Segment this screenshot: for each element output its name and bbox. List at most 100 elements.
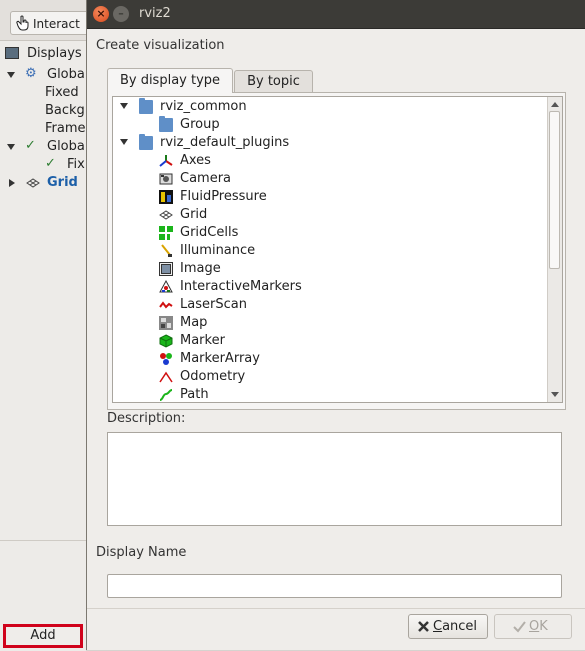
tree-item-row[interactable]: Image <box>113 260 549 278</box>
scrollbar-thumb[interactable] <box>549 111 560 269</box>
add-button-label: Add <box>30 628 56 643</box>
tree-item-row[interactable]: Group <box>113 116 549 134</box>
close-icon[interactable]: × <box>93 6 109 22</box>
expand-arrow-icon[interactable] <box>7 72 15 78</box>
tree-item-label: LaserScan <box>180 297 247 312</box>
displays-panel-header: Displays <box>0 44 86 64</box>
visualization-tabs: By display type By topic rviz_common Gro… <box>107 68 566 410</box>
hand-pointer-icon <box>16 15 29 31</box>
cancel-label: ancel <box>442 619 478 634</box>
create-visualization-label: Create visualization <box>96 38 225 53</box>
illuminance-icon <box>161 244 172 257</box>
tree-item-row[interactable]: Axes <box>113 152 549 170</box>
display-type-list: rviz_common Group rviz_default_plugins A… <box>113 97 549 402</box>
interactive-markers-icon <box>159 280 173 293</box>
description-box <box>107 432 562 526</box>
rviz-main-window: Interact Displays ⚙ Globa Fixed Backg Fr… <box>0 0 90 651</box>
axes-icon <box>159 155 173 167</box>
tab-pane: rviz_common Group rviz_default_plugins A… <box>107 92 566 410</box>
tree-item-label: Map <box>180 315 208 330</box>
ok-button[interactable]: OK <box>494 614 572 639</box>
tree-item-row[interactable]: Map <box>113 314 549 332</box>
tree-item-label: Path <box>180 387 209 402</box>
cancel-icon <box>418 621 429 632</box>
minimize-icon[interactable]: – <box>113 6 129 22</box>
button-separator <box>87 608 585 609</box>
tab-label: By topic <box>247 74 300 89</box>
check-icon[interactable]: ✓ <box>45 156 56 171</box>
tree-item-label: rviz_common <box>160 99 247 114</box>
grid-icon <box>159 210 173 220</box>
tree-item-row[interactable]: Illuminance <box>113 242 549 260</box>
monitor-icon <box>5 47 19 59</box>
expand-arrow-icon[interactable] <box>120 103 128 109</box>
marker-icon <box>159 334 173 348</box>
ok-label: K <box>539 619 548 634</box>
tree-label: Globa <box>47 139 85 154</box>
tree-item-label: Axes <box>180 153 211 168</box>
expand-arrow-icon[interactable] <box>7 144 15 150</box>
cancel-button[interactable]: Cancel <box>408 614 488 639</box>
map-icon <box>159 316 173 330</box>
tab-label: By display type <box>119 73 221 88</box>
tree-label: Backg <box>45 103 85 118</box>
collapse-arrow-icon[interactable] <box>9 179 15 187</box>
tree-label: Grid <box>47 175 78 190</box>
tree-group-row[interactable]: rviz_common <box>113 98 549 116</box>
odometry-icon <box>159 371 173 383</box>
tab-by-display-type[interactable]: By display type <box>107 68 233 93</box>
tree-item-row[interactable]: Grid <box>113 206 549 224</box>
tree-item-row[interactable]: InteractiveMarkers <box>113 278 549 296</box>
path-icon <box>159 389 173 401</box>
interact-tool-button[interactable]: Interact <box>10 11 90 35</box>
tree-item-label: GridCells <box>180 225 239 240</box>
tree-item-label: Camera <box>180 171 232 186</box>
tree-item-label: Image <box>180 261 221 276</box>
laser-scan-icon <box>159 301 173 309</box>
tree-item-row[interactable]: LaserScan <box>113 296 549 314</box>
tab-by-topic[interactable]: By topic <box>234 70 313 92</box>
tree-label: Globa <box>47 67 85 82</box>
scroll-up-arrow-icon[interactable] <box>551 102 559 107</box>
ok-mnemonic: O <box>529 619 540 634</box>
folder-icon <box>159 116 173 132</box>
grid-icon <box>26 178 40 188</box>
tree-item-row[interactable]: Odometry <box>113 368 549 386</box>
folder-icon <box>139 98 153 114</box>
display-type-tree[interactable]: rviz_common Group rviz_default_plugins A… <box>112 96 563 403</box>
add-button[interactable]: Add <box>3 624 83 648</box>
cancel-mnemonic: C <box>433 619 443 634</box>
tree-item-row[interactable]: Marker <box>113 332 549 350</box>
display-name-input[interactable] <box>107 574 562 598</box>
interact-label: Interact <box>33 17 80 31</box>
tree-item-row[interactable]: GridCells <box>113 224 549 242</box>
checkmark-icon <box>513 621 526 633</box>
expand-arrow-icon[interactable] <box>120 139 128 145</box>
tree-item-row[interactable]: FluidPressure <box>113 188 549 206</box>
tree-item-label: Odometry <box>180 369 246 384</box>
tree-item-row[interactable]: Camera <box>113 170 549 188</box>
check-icon[interactable]: ✓ <box>25 138 36 153</box>
dialog-titlebar[interactable]: × – rviz2 <box>87 0 585 29</box>
tree-label: Frame <box>45 121 86 136</box>
tree-group-row[interactable]: rviz_default_plugins <box>113 134 549 152</box>
tree-scrollbar[interactable] <box>547 97 562 402</box>
tree-label: Fixed <box>45 85 79 100</box>
tree-item-row[interactable]: Path <box>113 386 549 402</box>
dialog-title: rviz2 <box>139 6 171 21</box>
scroll-down-arrow-icon[interactable] <box>551 392 559 397</box>
tree-item-label: InteractiveMarkers <box>180 279 302 294</box>
tree-item-row[interactable]: MarkerArray <box>113 350 549 368</box>
camera-icon <box>159 173 173 185</box>
image-icon <box>159 262 173 276</box>
tree-item-label: Marker <box>180 333 225 348</box>
main-toolbar: Interact <box>0 0 90 41</box>
tree-item-label: rviz_default_plugins <box>160 135 290 150</box>
gear-icon: ⚙ <box>25 66 37 81</box>
fluid-pressure-icon <box>159 190 173 204</box>
add-display-dialog: × – rviz2 Create visualization By displa… <box>86 0 585 650</box>
tree-label: Fix <box>67 157 85 172</box>
displays-title: Displays <box>27 46 82 61</box>
tree-item-label: FluidPressure <box>180 189 267 204</box>
tree-item-label: MarkerArray <box>180 351 260 366</box>
